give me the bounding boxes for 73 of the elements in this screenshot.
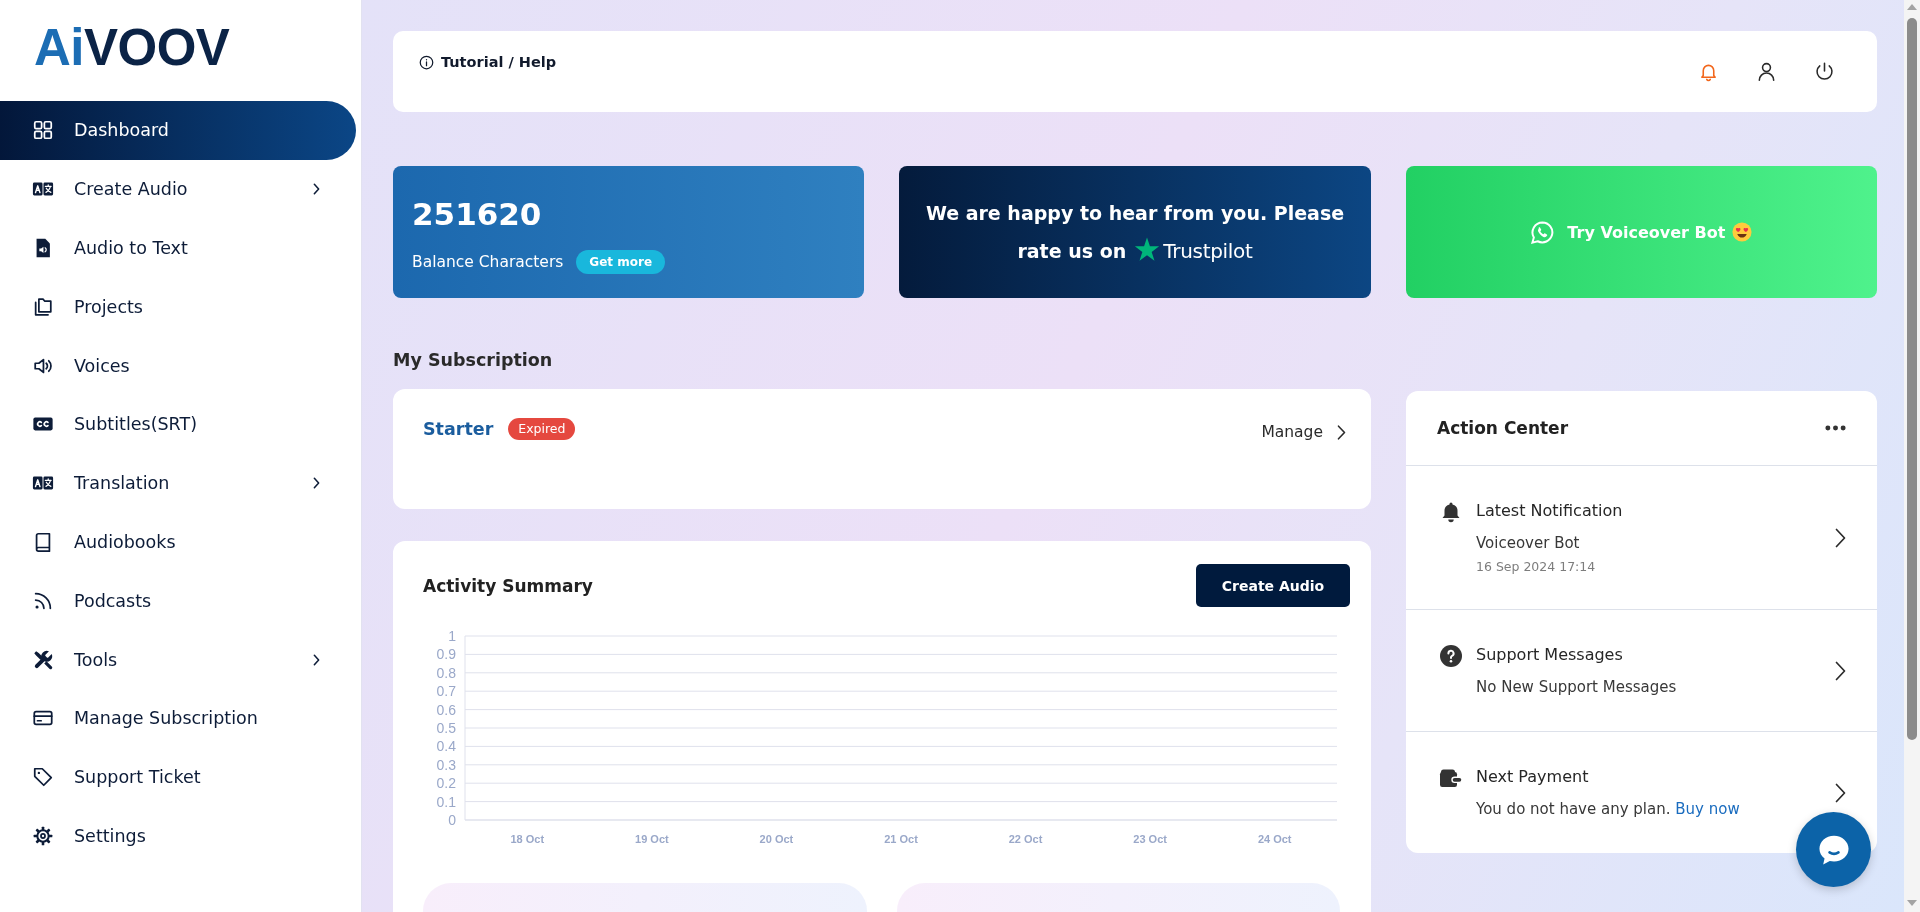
grid-icon [32, 119, 54, 142]
y-axis-label: 0.7 [436, 683, 456, 700]
y-axis-label: 0.8 [436, 664, 456, 681]
nav-item[interactable]: Audio to Text [0, 218, 356, 278]
user-icon[interactable] [1756, 61, 1777, 82]
rating-message: We are happy to hear from you. Please rate us on Trustpilot [925, 201, 1345, 265]
y-axis-label: 0.1 [436, 793, 456, 810]
x-axis-label: 24 Oct [1257, 833, 1292, 845]
action-detail: No New Support Messages [1476, 677, 1677, 698]
balance-value: 251620 [412, 195, 542, 234]
action-title: Support Messages [1476, 644, 1623, 666]
timestamp: 16 Sep 2024 17:14 [1476, 558, 1596, 576]
nav-item[interactable]: Audiobooks [0, 512, 356, 572]
nav-item[interactable]: Manage Subscription [0, 688, 356, 748]
y-axis-label: 0.5 [436, 720, 456, 736]
nav-item[interactable]: Create Audio [0, 159, 356, 219]
bot-banner-label: Try Voiceover Bot [1567, 222, 1726, 242]
nav-item[interactable]: Subtitles(SRT) [0, 395, 356, 454]
x-axis-label: 20 Oct [759, 833, 794, 845]
x-axis-label: 21 Oct [884, 833, 918, 845]
tutorial-help-link[interactable]: Tutorial / Help [419, 52, 557, 72]
action-detail: You do not have any plan. Buy now [1476, 799, 1740, 820]
more-icon[interactable] [1825, 425, 1846, 431]
x-axis-label: 18 Oct [510, 833, 545, 845]
brand-name[interactable]: Trustpilot [1163, 239, 1253, 263]
chevron-right-icon[interactable] [1835, 661, 1846, 681]
info-icon [419, 54, 434, 70]
balance-label: Balance Characters [412, 253, 564, 271]
y-axis-label: 0.3 [436, 756, 456, 773]
x-axis-label: 19 Oct [635, 833, 669, 845]
plan-name: Starter [423, 418, 494, 441]
action-title: Latest Notification [1476, 500, 1623, 522]
logo: AiVOOV [34, 24, 230, 72]
action-title: Next Payment [1476, 766, 1589, 788]
chevron-right-icon[interactable] [1835, 528, 1846, 548]
x-axis-label: 22 Oct [1008, 833, 1043, 845]
y-axis-label: 0 [448, 812, 456, 828]
card-title: Action Center [1437, 418, 1569, 438]
y-axis-label: 0.2 [436, 775, 456, 792]
status-badge: Expired [508, 418, 576, 440]
nav-item[interactable]: Tools [0, 630, 356, 689]
nav-item[interactable]: Projects [0, 277, 356, 337]
y-axis-label: 1 [448, 628, 456, 644]
nav-item[interactable]: Voices [0, 336, 356, 395]
y-axis-label: 0.6 [436, 701, 456, 718]
y-axis-label: 0.9 [436, 646, 456, 663]
tools-icon [32, 648, 54, 671]
scrollbar-thumb[interactable] [1907, 18, 1917, 740]
rating-banner[interactable]: We are happy to hear from you. Please rate us on Trustpilot [899, 166, 1371, 298]
y-axis-label: 0.4 [436, 738, 456, 755]
manage-link[interactable]: Manage [1261, 423, 1346, 441]
section-heading: My Subscription [393, 349, 553, 372]
settings-icon [32, 824, 54, 847]
nav-item[interactable]: Dashboard [0, 101, 356, 160]
folders-icon [32, 295, 54, 318]
nav-item[interactable]: Podcasts [0, 571, 356, 631]
nav-item[interactable]: Support Ticket [0, 747, 356, 807]
star-icon [1134, 237, 1161, 262]
question-icon [1439, 644, 1463, 668]
chevron-right-icon [1337, 424, 1346, 440]
tag-icon [32, 766, 54, 789]
x-axis-label: 23 Oct [1133, 833, 1167, 845]
phone-bubble-icon [1530, 219, 1556, 245]
action-detail: Voiceover Bot [1476, 533, 1580, 554]
create-audio-button[interactable]: Create Audio [1196, 564, 1350, 607]
nav-item[interactable]: Translation [0, 453, 356, 513]
power-icon[interactable] [1814, 61, 1835, 82]
scrollbar[interactable] [1904, 0, 1920, 912]
card-title: Activity Summary [423, 575, 593, 596]
heart-eyes-emoji-icon [1732, 222, 1753, 242]
buy-now-link[interactable]: Buy now [1675, 800, 1740, 818]
chevron-right-icon[interactable] [1835, 783, 1846, 803]
nav-item[interactable]: Settings [0, 806, 356, 866]
